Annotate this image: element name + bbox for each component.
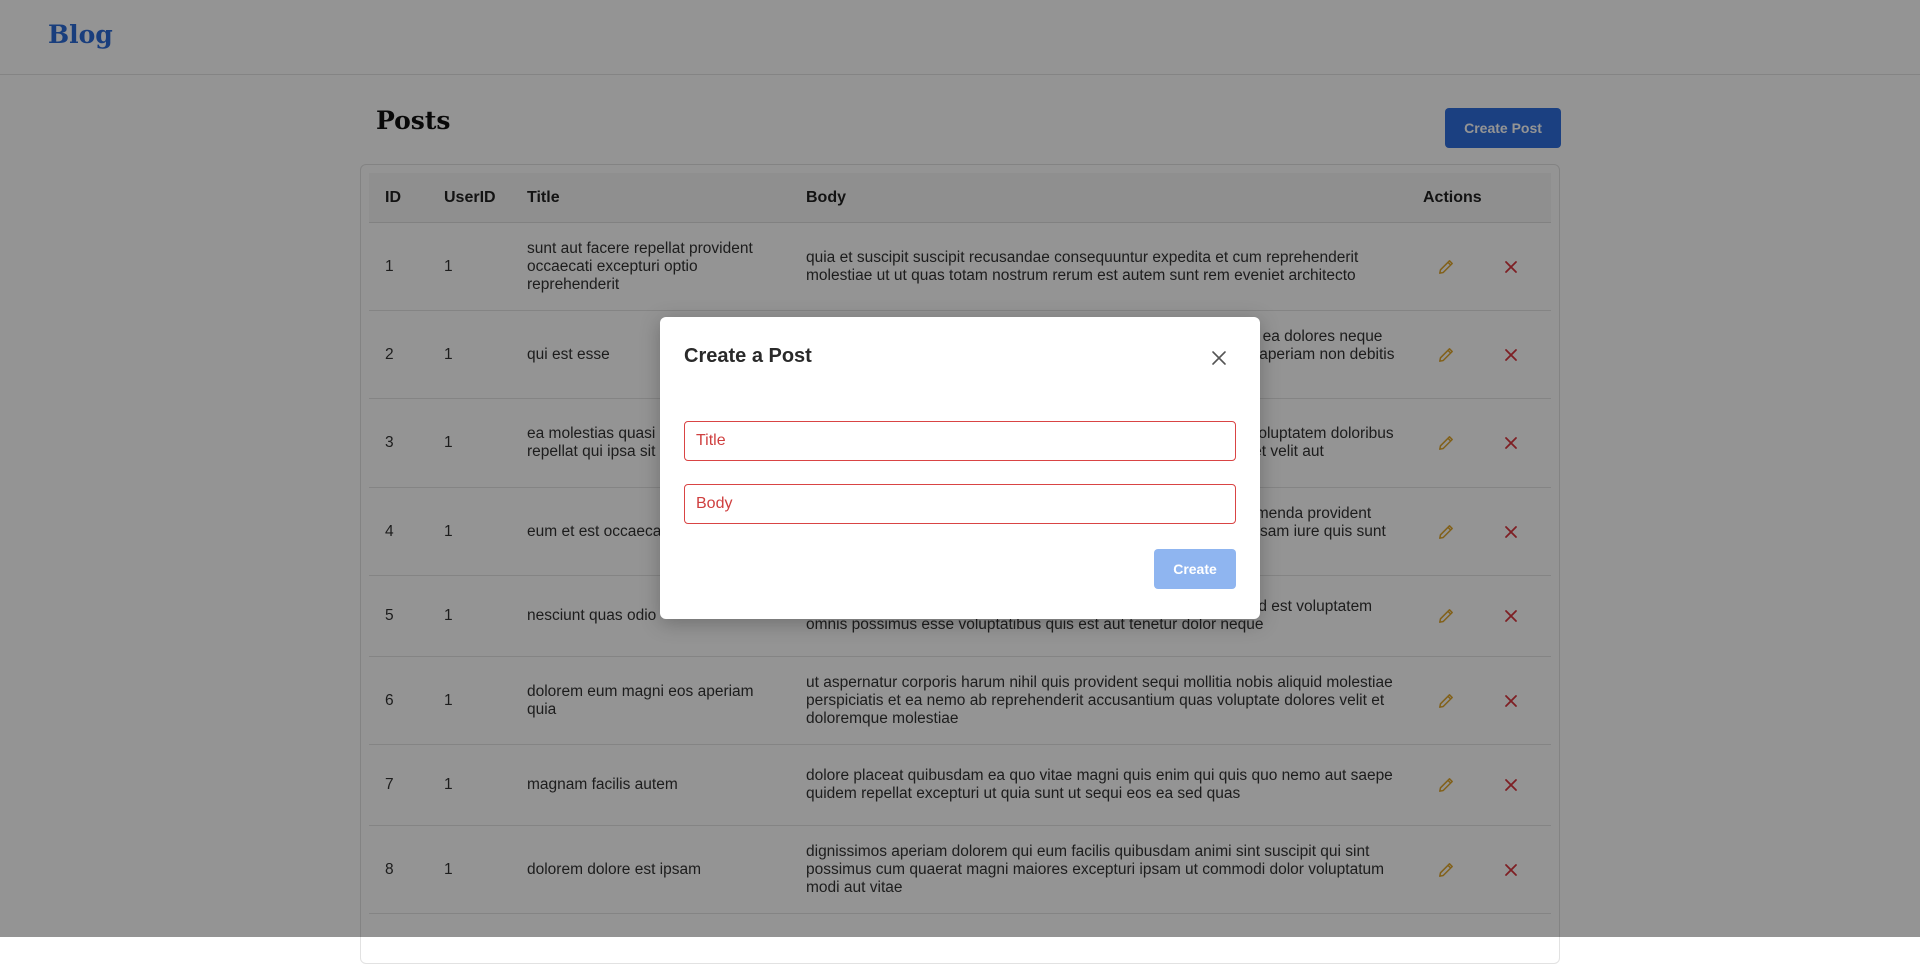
title-input[interactable] xyxy=(684,421,1236,461)
close-icon xyxy=(1212,351,1226,365)
body-input[interactable] xyxy=(684,484,1236,524)
create-post-modal: Create a Post Create xyxy=(660,317,1260,619)
modal-title: Create a Post xyxy=(684,345,812,367)
close-button[interactable] xyxy=(1208,347,1230,369)
create-submit-button[interactable]: Create xyxy=(1154,549,1236,589)
